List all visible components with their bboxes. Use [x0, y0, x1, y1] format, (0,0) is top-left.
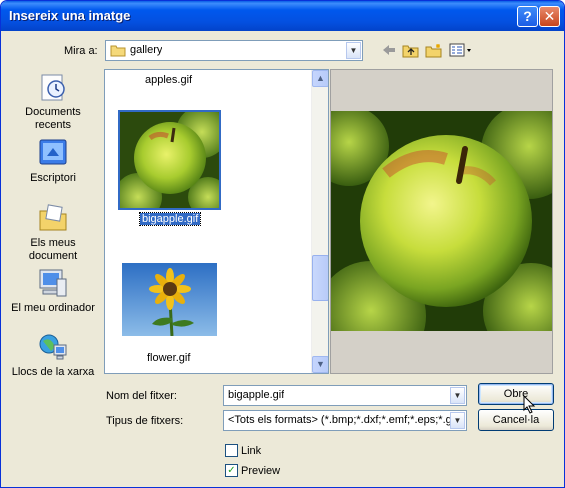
preview-image	[331, 103, 552, 371]
my-computer-icon	[37, 267, 69, 299]
place-recent-documents[interactable]: Documents recents	[7, 71, 99, 132]
insert-image-dialog: Insereix una imatge ? ✕ Mira a: gallery …	[0, 0, 565, 488]
place-label: Els meus document	[28, 237, 78, 262]
places-bar: Documents recents Escriptori Els meus do…	[7, 69, 99, 379]
cancel-button[interactable]: Cancel·la	[478, 409, 554, 431]
preview-label[interactable]: Preview	[241, 465, 280, 477]
scroll-down-icon[interactable]: ▼	[312, 356, 328, 373]
preview-checkbox[interactable]: ✓	[225, 464, 238, 477]
place-network[interactable]: Llocs de la xarxa	[7, 331, 99, 379]
link-label[interactable]: Link	[241, 445, 261, 457]
chevron-down-icon[interactable]: ▼	[450, 412, 465, 429]
look-in-value: gallery	[130, 44, 163, 56]
file-item-flower[interactable]: flower.gif	[147, 352, 190, 364]
file-item-bigapple[interactable]: bigapple.gif	[138, 212, 202, 226]
file-type-label: Tipus de fitxers:	[106, 415, 184, 427]
place-label: Documents recents	[25, 106, 81, 131]
folder-icon	[110, 44, 126, 57]
place-desktop[interactable]: Escriptori	[7, 137, 99, 185]
new-folder-icon[interactable]	[424, 43, 444, 60]
preview-pane	[330, 69, 553, 374]
title-bar[interactable]: Insereix una imatge ? ✕	[1, 1, 564, 31]
scrollbar-thumb[interactable]	[312, 255, 328, 301]
look-in-combo[interactable]: gallery ▼	[105, 40, 363, 61]
file-name-label: Nom del fitxer:	[106, 390, 177, 402]
up-folder-icon[interactable]	[401, 43, 421, 60]
my-documents-icon	[37, 202, 69, 234]
file-list[interactable]: apples.gif bigapple.gif flower.gif ▲ ▼	[104, 69, 329, 374]
file-list-scrollbar[interactable]: ▲ ▼	[311, 70, 328, 373]
recent-documents-icon	[37, 71, 69, 103]
thumbnail-bigapple[interactable]	[118, 110, 221, 210]
file-type-value: <Tots els formats> (*.bmp;*.dxf;*.emf;*.…	[228, 414, 450, 426]
file-name-value: bigapple.gif	[228, 389, 285, 401]
place-label: El meu ordinador	[11, 302, 95, 314]
open-button[interactable]: Obre	[478, 383, 554, 405]
help-button[interactable]: ?	[517, 6, 538, 27]
views-menu-icon[interactable]	[448, 43, 474, 60]
chevron-down-icon[interactable]: ▼	[450, 387, 465, 404]
file-item-apples[interactable]: apples.gif	[145, 74, 192, 86]
thumbnail-flower[interactable]	[122, 263, 217, 336]
scroll-up-icon[interactable]: ▲	[312, 70, 328, 87]
desktop-icon	[37, 137, 69, 169]
place-my-documents[interactable]: Els meus document	[7, 202, 99, 263]
look-in-label: Mira a:	[64, 45, 98, 57]
back-arrow-icon[interactable]	[379, 43, 399, 60]
dialog-title: Insereix una imatge	[9, 8, 131, 23]
place-my-computer[interactable]: El meu ordinador	[7, 267, 99, 315]
place-label: Escriptori	[30, 172, 76, 184]
file-type-combo[interactable]: <Tots els formats> (*.bmp;*.dxf;*.emf;*.…	[223, 410, 467, 431]
file-name-combo[interactable]: bigapple.gif ▼	[223, 385, 467, 406]
close-button[interactable]: ✕	[539, 6, 560, 27]
mouse-cursor-icon	[523, 394, 537, 415]
place-label: Llocs de la xarxa	[11, 366, 95, 378]
network-places-icon	[37, 331, 69, 363]
link-checkbox[interactable]	[225, 444, 238, 457]
chevron-down-icon[interactable]: ▼	[346, 42, 361, 59]
